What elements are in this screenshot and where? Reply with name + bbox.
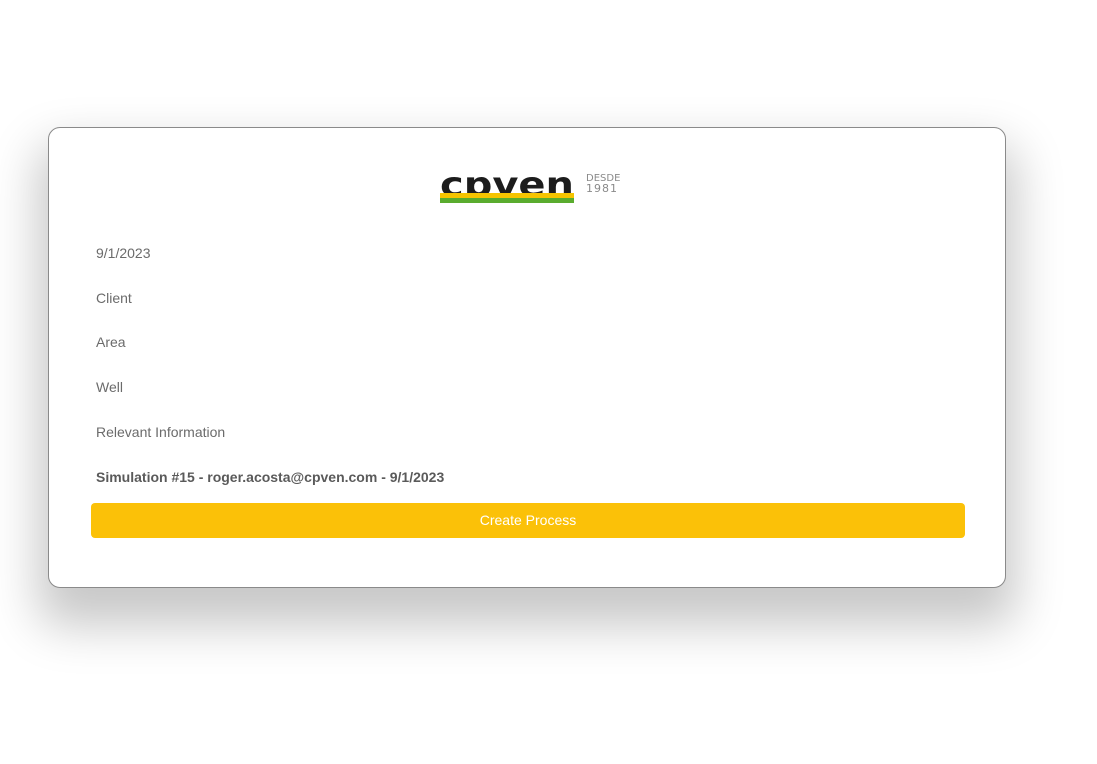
client-field[interactable]: Client bbox=[96, 289, 132, 307]
relevant-information-field[interactable]: Relevant Information bbox=[96, 423, 225, 441]
logo-stripe-yellow bbox=[440, 193, 574, 198]
well-field[interactable]: Well bbox=[96, 378, 123, 396]
logo-stripe-green bbox=[440, 198, 574, 203]
area-field[interactable]: Area bbox=[96, 333, 126, 351]
cpven-logo-graphic: cpven DESDE 1981 bbox=[440, 168, 620, 205]
date-value: 9/1/2023 bbox=[96, 245, 151, 261]
logo-tagline-bottom: 1981 bbox=[586, 182, 618, 195]
simulation-summary: Simulation #15 - roger.acosta@cpven.com … bbox=[96, 469, 445, 485]
simulation-card: cpven DESDE 1981 9/1/2023 Client Area We… bbox=[48, 127, 1006, 588]
create-process-button[interactable]: Create Process bbox=[91, 503, 965, 538]
cpven-logo: cpven DESDE 1981 bbox=[440, 168, 620, 208]
